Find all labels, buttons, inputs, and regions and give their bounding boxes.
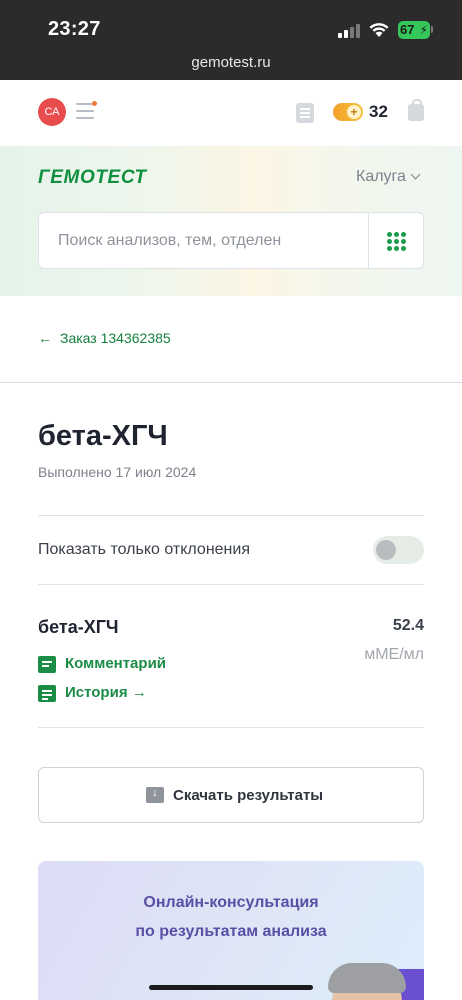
divider bbox=[38, 515, 424, 516]
battery-cap bbox=[431, 26, 433, 33]
analyte-unit: мМЕ/мл bbox=[364, 646, 424, 663]
deviations-toggle-label: Показать только отклонения bbox=[38, 541, 250, 558]
history-label: История → bbox=[65, 684, 147, 701]
download-results-button[interactable]: Скачать результаты bbox=[38, 767, 424, 823]
notification-dot bbox=[92, 101, 97, 106]
promo-title-line2: по результатам анализа bbox=[135, 923, 327, 940]
comment-icon bbox=[38, 656, 56, 673]
promo-title-line1: Онлайн-консультация bbox=[143, 894, 319, 911]
analyte-name: бета-ХГЧ bbox=[38, 617, 119, 637]
page-title: бета-ХГЧ bbox=[38, 420, 168, 452]
city-label: Калуга bbox=[356, 168, 406, 185]
cart-bag-icon[interactable] bbox=[408, 99, 424, 121]
wifi-icon bbox=[369, 23, 389, 37]
search-box bbox=[38, 212, 424, 269]
avatar[interactable]: СА bbox=[38, 98, 66, 126]
back-link-label: Заказ 134362385 bbox=[60, 330, 171, 346]
divider bbox=[38, 727, 424, 728]
doctor-photo-hair bbox=[328, 963, 406, 993]
divider bbox=[38, 584, 424, 585]
app-header: СА + 32 bbox=[0, 80, 462, 146]
url-bar[interactable]: gemotest.ru bbox=[0, 54, 462, 71]
deviations-toggle[interactable] bbox=[373, 536, 424, 564]
status-bar: 23:27 67 ⚡ gemotest.ru bbox=[0, 0, 462, 80]
bonus-coin-icon[interactable]: + bbox=[333, 103, 363, 121]
clipboard-icon bbox=[38, 685, 56, 702]
city-selector[interactable]: Калуга bbox=[356, 168, 421, 186]
download-label: Скачать результаты bbox=[173, 787, 324, 804]
bonus-count[interactable]: 32 bbox=[369, 102, 388, 122]
cellular-signal-icon bbox=[338, 22, 362, 38]
home-indicator[interactable] bbox=[149, 985, 313, 990]
orders-list-icon[interactable] bbox=[296, 103, 314, 123]
hamburger-menu-icon[interactable] bbox=[76, 101, 97, 121]
chevron-down-icon bbox=[410, 169, 421, 180]
completed-date: Выполнено 17 июл 2024 bbox=[38, 464, 197, 480]
status-time: 23:27 bbox=[48, 18, 101, 40]
comment-label: Комментарий bbox=[65, 655, 167, 672]
toggle-knob bbox=[376, 540, 396, 560]
catalog-grid-button[interactable] bbox=[369, 213, 424, 268]
battery-level: 67 bbox=[400, 22, 415, 37]
charging-bolt-icon: ⚡ bbox=[419, 23, 428, 37]
brand-band: ГЕМОТЕСТ Калуга bbox=[0, 146, 462, 296]
back-to-order-link[interactable]: ← Заказ 134362385 bbox=[38, 330, 171, 346]
plus-icon: + bbox=[347, 105, 361, 119]
analyte-value: 52.4 bbox=[392, 617, 424, 634]
search-input[interactable] bbox=[39, 213, 369, 268]
consultation-promo-banner[interactable]: Онлайн-консультация по результатам анали… bbox=[38, 861, 424, 1000]
logo[interactable]: ГЕМОТЕСТ bbox=[38, 167, 147, 189]
divider bbox=[0, 382, 462, 383]
arrow-left-icon: ← bbox=[38, 330, 52, 346]
download-icon bbox=[146, 785, 164, 803]
battery-icon: 67 ⚡ bbox=[398, 21, 430, 39]
